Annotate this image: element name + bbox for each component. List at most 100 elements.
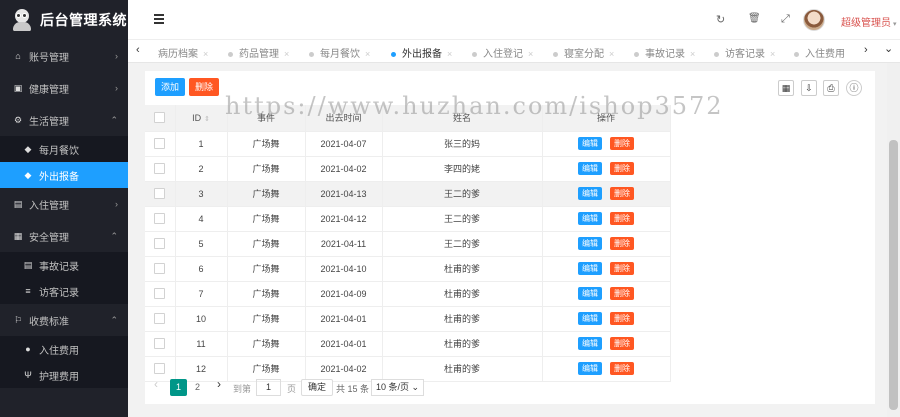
edit-button[interactable]: 编辑: [578, 237, 602, 250]
row-checkbox[interactable]: [154, 288, 166, 300]
table-row[interactable]: 6 广场舞 2021-04-10 杜甫的爹 编辑 删除: [145, 256, 671, 282]
edit-button[interactable]: 编辑: [578, 212, 602, 225]
confirm-page-button[interactable]: 确定: [301, 379, 334, 396]
delete-button[interactable]: 删除: [610, 262, 634, 275]
edit-button[interactable]: 编辑: [578, 337, 602, 350]
sidebar-item-accidents[interactable]: ▤ 事故记录: [0, 252, 128, 278]
file-icon: ▤: [13, 198, 23, 209]
tab-medical-records[interactable]: 病历档案 ×: [158, 45, 208, 60]
flag-icon: ⚐: [13, 314, 23, 325]
select-all-checkbox[interactable]: [154, 112, 166, 124]
sidebar-item-visitors[interactable]: ≡ 访客记录: [0, 278, 128, 304]
next-page-icon[interactable]: ›: [217, 377, 221, 391]
column-header-id[interactable]: ID ⇕: [175, 105, 228, 132]
columns-icon[interactable]: ▦: [778, 80, 794, 96]
avatar[interactable]: [803, 9, 825, 31]
sidebar-item-safety[interactable]: ▦ 安全管理 ⌃: [0, 220, 128, 252]
row-checkbox[interactable]: [154, 263, 166, 275]
page-size-select[interactable]: 10 条/页 ⌄: [371, 379, 425, 396]
close-icon[interactable]: ×: [770, 49, 775, 59]
tab-checkin[interactable]: 入住登记 ×: [472, 45, 533, 60]
close-icon[interactable]: ×: [690, 49, 695, 59]
sidebar-item-life[interactable]: ⚙ 生活管理 ⌃: [0, 104, 128, 136]
close-icon[interactable]: ×: [365, 49, 370, 59]
cell-time: 2021-04-12: [305, 206, 383, 232]
close-icon[interactable]: ×: [284, 49, 289, 59]
cell-id: 3: [175, 181, 228, 207]
table-row[interactable]: 5 广场舞 2021-04-11 王二的爹 编辑 删除: [145, 231, 671, 257]
table-row[interactable]: 11 广场舞 2021-04-01 杜甫的爹 编辑 删除: [145, 331, 671, 357]
page-input[interactable]: 1: [256, 379, 281, 396]
print-icon[interactable]: ⎙: [823, 80, 839, 96]
tab-scroll-left-icon[interactable]: ‹: [136, 44, 140, 56]
delete-button[interactable]: 删除: [610, 337, 634, 350]
edit-button[interactable]: 编辑: [578, 287, 602, 300]
hamburger-icon[interactable]: [154, 14, 164, 24]
close-icon[interactable]: ×: [528, 49, 533, 59]
delete-button[interactable]: 删除: [610, 312, 634, 325]
edit-button[interactable]: 编辑: [578, 262, 602, 275]
sidebar-item-checkin[interactable]: ▤ 入住管理 ›: [0, 188, 128, 220]
row-checkbox[interactable]: [154, 138, 166, 150]
sidebar-item-account[interactable]: ⌂ 账号管理 ›: [0, 40, 128, 72]
row-checkbox[interactable]: [154, 238, 166, 250]
sidebar-item-care-fee[interactable]: Ψ 护理费用: [0, 362, 128, 388]
sidebar-item-fees[interactable]: ⚐ 收费标准 ⌃: [0, 304, 128, 336]
add-button[interactable]: 添加: [155, 78, 186, 96]
tab-more-icon[interactable]: ⌄: [884, 42, 893, 55]
page-current[interactable]: 1: [170, 379, 187, 396]
tab-scroll-right-icon[interactable]: ›: [864, 44, 868, 56]
table-row[interactable]: 3 广场舞 2021-04-13 王二的爹 编辑 删除: [145, 181, 671, 207]
trash-icon[interactable]: 🗑: [748, 13, 761, 24]
delete-button[interactable]: 删除: [610, 187, 634, 200]
sidebar-item-checkin-fee[interactable]: ● 入住费用: [0, 336, 128, 362]
row-checkbox[interactable]: [154, 163, 166, 175]
row-checkbox[interactable]: [154, 338, 166, 350]
row-checkbox[interactable]: [154, 213, 166, 225]
tab-medicine[interactable]: 药品管理 ×: [228, 45, 289, 60]
scrollbar-thumb[interactable]: [889, 140, 898, 410]
delete-button[interactable]: 删除: [610, 162, 634, 175]
tab-outing[interactable]: 外出报备 ×: [391, 45, 452, 60]
user-menu[interactable]: 超级管理员 ▾: [841, 14, 897, 29]
delete-button[interactable]: 删除: [610, 287, 634, 300]
edit-button[interactable]: 编辑: [578, 362, 602, 375]
table-row[interactable]: 4 广场舞 2021-04-12 王二的爹 编辑 删除: [145, 206, 671, 232]
row-checkbox[interactable]: [154, 363, 166, 375]
fullscreen-icon[interactable]: ⤢: [781, 13, 790, 26]
table-row[interactable]: 10 广场舞 2021-04-01 杜甫的爹 编辑 删除: [145, 306, 671, 332]
table-row[interactable]: 7 广场舞 2021-04-09 杜甫的爹 编辑 删除: [145, 281, 671, 307]
delete-button[interactable]: 删除: [610, 212, 634, 225]
export-icon[interactable]: ⇩: [801, 80, 817, 96]
edit-button[interactable]: 编辑: [578, 137, 602, 150]
edit-button[interactable]: 编辑: [578, 162, 602, 175]
sort-icon[interactable]: ⇕: [204, 116, 210, 123]
delete-button[interactable]: 删除: [610, 237, 634, 250]
close-icon[interactable]: ×: [447, 49, 452, 59]
edit-button[interactable]: 编辑: [578, 187, 602, 200]
tab-visitors[interactable]: 访客记录 ×: [714, 45, 775, 60]
row-checkbox[interactable]: [154, 188, 166, 200]
tab-rooms[interactable]: 寝室分配 ×: [553, 45, 614, 60]
edit-button[interactable]: 编辑: [578, 312, 602, 325]
close-icon[interactable]: ×: [203, 49, 208, 59]
refresh-icon[interactable]: ↻: [716, 13, 725, 26]
page-2-link[interactable]: 2: [195, 382, 200, 392]
delete-button[interactable]: 删除: [610, 362, 634, 375]
batch-delete-button[interactable]: 删除: [189, 78, 220, 96]
table-row[interactable]: 2 广场舞 2021-04-02 李四的姥 编辑 删除: [145, 156, 671, 182]
delete-button[interactable]: 删除: [610, 137, 634, 150]
table-row[interactable]: 12 广场舞 2021-04-02 杜甫的爹 编辑 删除: [145, 356, 671, 382]
sidebar-item-meals[interactable]: ◆ 每月餐饮: [0, 136, 128, 162]
tab-accidents[interactable]: 事故记录 ×: [634, 45, 695, 60]
sidebar-item-outing[interactable]: ◆ 外出报备: [0, 162, 128, 188]
close-icon[interactable]: ×: [609, 49, 614, 59]
tab-meals[interactable]: 每月餐饮 ×: [309, 45, 370, 60]
row-checkbox[interactable]: [154, 313, 166, 325]
total-count: 共 15 条: [336, 384, 370, 394]
info-icon[interactable]: ⓘ: [846, 80, 862, 96]
table-row[interactable]: 1 广场舞 2021-04-07 张三的妈 编辑 删除: [145, 131, 671, 157]
prev-page-icon[interactable]: ‹: [154, 377, 158, 391]
tab-checkin-fee[interactable]: 入住费用: [794, 45, 845, 60]
sidebar-item-health[interactable]: ▣ 健康管理 ›: [0, 72, 128, 104]
